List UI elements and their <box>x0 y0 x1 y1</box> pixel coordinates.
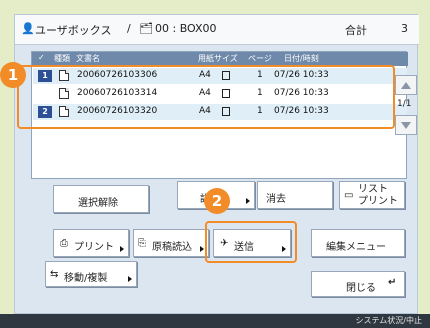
scan-original-button[interactable]: ⎘ 原稿読込 <box>133 229 209 257</box>
column-header: 日付/時刻 <box>284 54 319 63</box>
print-button[interactable]: ⎙ プリント <box>53 229 129 257</box>
print-list-button[interactable]: ▭ リスト プリント <box>339 181 405 209</box>
delete-button[interactable]: 消去 <box>257 181 333 209</box>
column-header: 種類 <box>54 54 70 63</box>
column-header: ページ <box>248 54 272 63</box>
highlight-send-button <box>205 221 297 263</box>
deselect-button[interactable]: 選択解除 <box>53 185 149 213</box>
separator: / <box>127 22 131 35</box>
submenu-arrow-icon <box>120 246 124 252</box>
box-id: 00 : BOX00 <box>155 22 217 35</box>
table-header: ✓ 種類 文書名 用紙サイズ ページ 日付/時刻 <box>32 52 408 66</box>
scroll-down-button[interactable] <box>395 115 417 135</box>
column-header: 文書名 <box>76 54 100 63</box>
total-label: 合計 <box>345 24 367 37</box>
print-list-icon: ▭ <box>344 190 354 201</box>
total-value: 3 <box>401 22 408 35</box>
system-status-button[interactable]: システム状況/中止 <box>356 315 422 326</box>
submenu-arrow-icon <box>128 276 132 282</box>
scroll-up-button[interactable] <box>395 75 417 95</box>
box-title: ユーザボックス <box>35 24 112 37</box>
printer-icon: ⎙ <box>60 238 68 249</box>
submenu-arrow-icon <box>246 198 250 204</box>
box-folder-icon: 🗂 <box>139 22 153 35</box>
return-arrow-icon: ↵ <box>388 277 397 288</box>
scan-icon: ⎘ <box>138 238 146 249</box>
page-indicator: 1/1 <box>397 99 412 109</box>
submenu-arrow-icon <box>200 246 204 252</box>
move-copy-button[interactable]: ⇆ 移動/複製 <box>45 261 137 287</box>
callout-marker-1: 1 <box>0 62 26 88</box>
status-bar: システム状況/中止 <box>0 314 430 328</box>
user-box-icon: 👤 <box>21 22 35 35</box>
callout-marker-2: 2 <box>204 188 230 214</box>
edit-menu-button[interactable]: 編集メニュー <box>311 229 405 257</box>
select-all-checkmark-icon[interactable]: ✓ <box>38 53 45 62</box>
user-box-panel: 👤 ユーザボックス / 🗂 00 : BOX00 合計 3 ✓ 種類 文書名 用… <box>14 14 419 314</box>
triangle-down-icon <box>401 122 411 129</box>
highlight-file-rows <box>17 65 395 129</box>
triangle-up-icon <box>401 82 411 89</box>
title-bar: 👤 ユーザボックス / 🗂 00 : BOX00 合計 3 <box>15 15 419 45</box>
column-header: 用紙サイズ <box>198 54 238 63</box>
close-button[interactable]: 閉じる ↵ <box>311 271 405 297</box>
move-copy-icon: ⇆ <box>50 269 59 280</box>
